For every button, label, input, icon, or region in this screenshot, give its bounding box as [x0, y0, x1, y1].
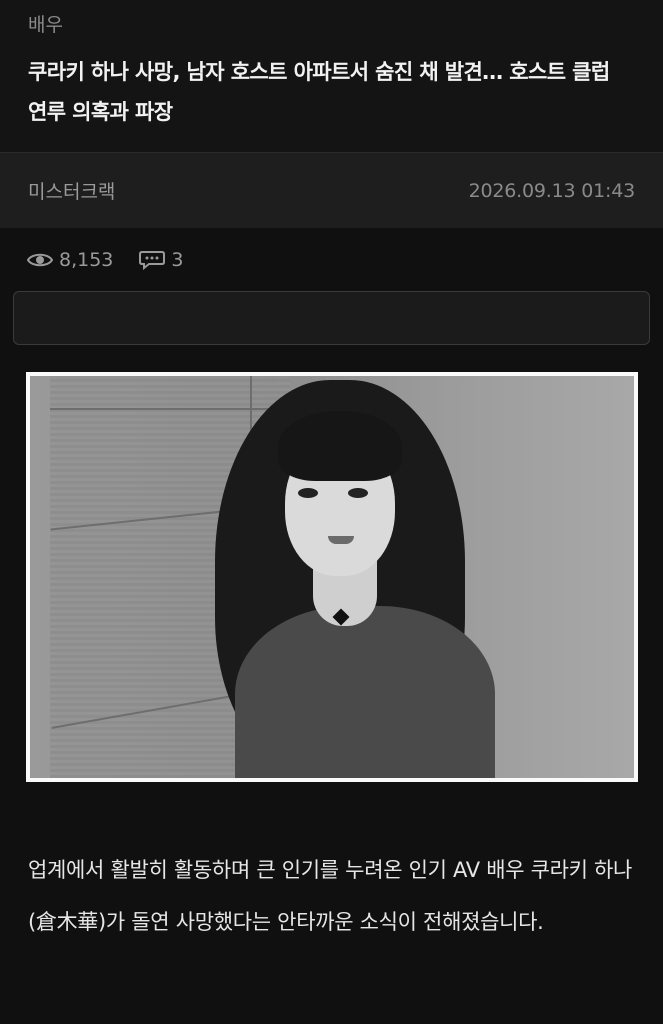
article-photo[interactable]: [26, 372, 638, 782]
article-body: 업계에서 활발히 활동하며 큰 인기를 누려온 인기 AV 배우 쿠라키 하나(…: [28, 858, 633, 934]
eye-icon: [27, 253, 53, 267]
category-label[interactable]: 배우: [28, 12, 635, 38]
view-count-value: 8,153: [59, 249, 114, 271]
ad-placeholder[interactable]: [13, 291, 650, 345]
comment-bubble-icon: [139, 251, 166, 270]
article-header: 배우 쿠라키 하나 사망, 남자 호스트 아파트서 숨진 채 발견… 호스트 클…: [0, 0, 663, 152]
comment-count[interactable]: 3: [139, 249, 184, 271]
article-meta: 미스터크랙 2026.09.13 01:43: [0, 152, 663, 228]
article-title: 쿠라키 하나 사망, 남자 호스트 아파트서 숨진 채 발견… 호스트 클럽 연…: [28, 60, 610, 124]
author-name[interactable]: 미스터크랙: [28, 177, 115, 204]
stats-row: 8,153 3: [0, 228, 663, 292]
photo-image: [30, 376, 634, 778]
comment-count-value: 3: [171, 249, 184, 271]
article-page: 배우 쿠라키 하나 사망, 남자 호스트 아파트서 숨진 채 발견… 호스트 클…: [0, 0, 663, 1024]
post-datetime: 2026.09.13 01:43: [468, 179, 636, 202]
view-count: 8,153: [27, 249, 113, 271]
